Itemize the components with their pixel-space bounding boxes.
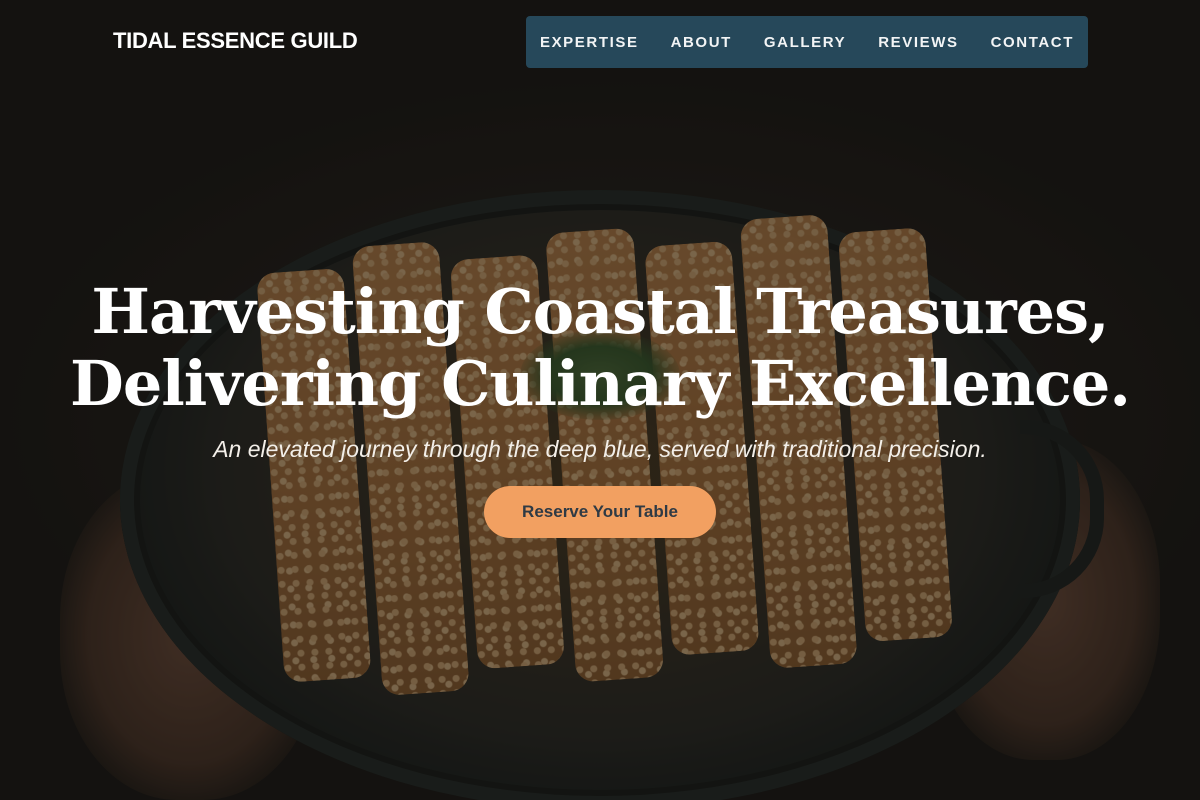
brand-logo-text[interactable]: TIDAL ESSENCE GUILD	[113, 28, 358, 54]
hero-headline: Harvesting Coastal Treasures, Delivering…	[0, 276, 1200, 420]
hero-headline-line-2: Delivering Culinary Excellence.	[70, 347, 1131, 420]
nav-link-contact[interactable]: CONTACT	[991, 34, 1074, 51]
hero-section: TIDAL ESSENCE GUILD EXPERTISE ABOUT GALL…	[0, 0, 1200, 800]
reserve-table-button[interactable]: Reserve Your Table	[484, 486, 716, 538]
hero-headline-line-1: Harvesting Coastal Treasures,	[91, 275, 1109, 348]
nav-link-gallery[interactable]: GALLERY	[764, 34, 846, 51]
nav-link-expertise[interactable]: EXPERTISE	[540, 34, 639, 51]
main-navigation: EXPERTISE ABOUT GALLERY REVIEWS CONTACT	[526, 16, 1088, 68]
nav-link-about[interactable]: ABOUT	[671, 34, 732, 51]
nav-link-reviews[interactable]: REVIEWS	[878, 34, 958, 51]
hero-subtitle: An elevated journey through the deep blu…	[213, 436, 987, 462]
